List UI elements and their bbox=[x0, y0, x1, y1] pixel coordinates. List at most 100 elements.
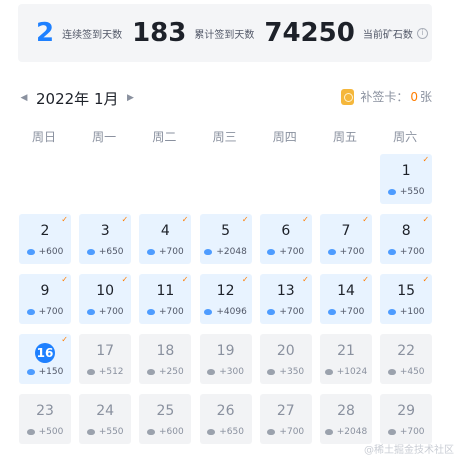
calendar-day-cell[interactable]: 5 +2048 ✓ bbox=[199, 214, 252, 264]
ore-amount: +700 bbox=[38, 307, 64, 317]
calendar-day-cell[interactable]: 10 +700 ✓ bbox=[79, 274, 132, 324]
ore-amount: +300 bbox=[219, 367, 244, 377]
day-number: 24 bbox=[96, 403, 115, 419]
calendar-day-cell[interactable]: 15 +100 ✓ bbox=[380, 274, 433, 324]
day-number: 27 bbox=[276, 403, 295, 419]
calendar-day-cell[interactable]: 26 +650 bbox=[199, 394, 252, 444]
calendar-day-cell[interactable]: 9 +700 ✓ bbox=[19, 274, 71, 324]
day-number-wrap: 21 bbox=[320, 343, 372, 359]
calendar-day-cell[interactable]: 20 +350 bbox=[259, 334, 312, 384]
checkmark-icon: ✓ bbox=[121, 215, 129, 224]
ore-reward: +650 bbox=[79, 247, 131, 257]
ore-icon bbox=[324, 429, 333, 435]
day-number-wrap: 28 bbox=[320, 403, 372, 419]
day-number: 3 bbox=[100, 223, 110, 239]
day-number-wrap: 15 bbox=[380, 283, 432, 299]
ore-amount: +550 bbox=[399, 187, 425, 197]
ore-reward: +512 bbox=[79, 367, 131, 377]
day-number: 18 bbox=[156, 343, 175, 359]
day-number: 9 bbox=[40, 283, 50, 299]
ore-icon bbox=[147, 369, 156, 375]
calendar-day-cell[interactable]: 4 +700 ✓ bbox=[139, 214, 192, 264]
ore-reward: +300 bbox=[200, 367, 252, 377]
checkmark-icon: ✓ bbox=[241, 215, 249, 224]
ore-icon bbox=[324, 369, 333, 375]
ore-icon bbox=[387, 189, 396, 195]
calendar-day-cell[interactable]: 12 +4096 ✓ bbox=[199, 274, 252, 324]
checkmark-icon: ✓ bbox=[181, 215, 189, 224]
calendar-day-cell[interactable]: 14 +700 ✓ bbox=[320, 274, 372, 324]
calendar-day-cell[interactable]: 2 +600 ✓ bbox=[19, 214, 71, 264]
day-number-wrap: 9 bbox=[19, 283, 71, 299]
calendar-day-cell[interactable]: 8 +700 ✓ bbox=[380, 214, 433, 264]
day-number-wrap: 7 bbox=[320, 223, 372, 239]
calendar-day-cell[interactable]: 13 +700 ✓ bbox=[259, 274, 312, 324]
checkmark-icon: ✓ bbox=[422, 215, 430, 224]
calendar-day-cell[interactable]: 24 +550 bbox=[79, 394, 132, 444]
day-number-wrap: 5 bbox=[200, 223, 252, 239]
ore-amount: +700 bbox=[399, 247, 425, 257]
day-number: 1 bbox=[401, 163, 411, 179]
ore-amount: +700 bbox=[279, 427, 305, 437]
ore-icon bbox=[267, 429, 276, 435]
ore-icon bbox=[26, 309, 35, 315]
day-number-wrap: 26 bbox=[200, 403, 252, 419]
ore-icon bbox=[86, 249, 95, 255]
checkmark-icon: ✓ bbox=[61, 335, 68, 344]
day-number: 4 bbox=[160, 223, 170, 239]
checkmark-icon: ✓ bbox=[241, 275, 249, 284]
day-number: 12 bbox=[216, 283, 235, 299]
day-number: 23 bbox=[36, 403, 54, 419]
day-number-wrap: 11 bbox=[139, 283, 191, 299]
calendar-day-cell[interactable]: 18 +250 bbox=[139, 334, 192, 384]
ore-reward: +700 bbox=[320, 307, 372, 317]
day-number-wrap: 29 bbox=[380, 403, 432, 419]
ore-amount: +650 bbox=[219, 427, 244, 437]
calendar-day-cell[interactable]: 25 +600 bbox=[139, 394, 192, 444]
calendar-day-cell[interactable]: 22 +450 bbox=[380, 334, 433, 384]
ore-icon bbox=[387, 249, 396, 255]
ore-amount: +2048 bbox=[216, 247, 247, 257]
checkmark-icon: ✓ bbox=[422, 275, 430, 284]
ore-reward: +2048 bbox=[200, 247, 252, 257]
calendar-day-cell[interactable]: 1 +550 ✓ bbox=[380, 154, 433, 204]
day-number: 28 bbox=[337, 403, 355, 419]
ore-reward: +700 bbox=[380, 247, 432, 257]
today-day-number: 16 bbox=[35, 343, 55, 363]
day-number-wrap: 1 bbox=[380, 163, 432, 179]
day-number-wrap: 27 bbox=[260, 403, 312, 419]
calendar-day-cell[interactable]: 23 +500 bbox=[19, 394, 71, 444]
ore-reward: +700 bbox=[320, 247, 372, 257]
calendar-day-cell[interactable]: 16 +150 ✓ bbox=[19, 334, 71, 384]
ore-icon bbox=[147, 309, 156, 315]
day-number-wrap: 8 bbox=[380, 223, 432, 239]
day-number: 10 bbox=[96, 283, 115, 299]
calendar-day-cell[interactable]: 17 +512 bbox=[79, 334, 132, 384]
ore-amount: +4096 bbox=[216, 307, 247, 317]
day-number: 21 bbox=[337, 343, 355, 359]
day-number-wrap: 2 bbox=[19, 223, 71, 239]
checkmark-icon: ✓ bbox=[302, 275, 309, 284]
checkmark-icon: ✓ bbox=[362, 215, 369, 224]
calendar-day-cell[interactable]: 27 +700 bbox=[259, 394, 312, 444]
watermark: @稀土掘金技术社区 bbox=[364, 445, 454, 456]
calendar-day-cell[interactable]: 11 +700 ✓ bbox=[139, 274, 192, 324]
ore-amount: +1024 bbox=[336, 367, 368, 377]
checkmark-icon: ✓ bbox=[181, 275, 189, 284]
calendar-day-cell[interactable]: 21 +1024 bbox=[320, 334, 372, 384]
calendar-day-cell[interactable]: 7 +700 ✓ bbox=[320, 214, 372, 264]
ore-amount: +700 bbox=[98, 307, 124, 317]
day-number: 6 bbox=[281, 223, 291, 239]
ore-icon bbox=[387, 309, 396, 315]
day-number-wrap: 12 bbox=[200, 283, 252, 299]
calendar-day-cell[interactable]: 28 +2048 bbox=[320, 394, 372, 444]
calendar-day-cell[interactable]: 29 +700 bbox=[380, 394, 433, 444]
ore-reward: +550 bbox=[79, 427, 131, 437]
day-number: 13 bbox=[276, 283, 295, 299]
calendar-day-cell[interactable]: 6 +700 ✓ bbox=[259, 214, 312, 264]
calendar-day-cell[interactable]: 3 +650 ✓ bbox=[79, 214, 132, 264]
ore-reward: +700 bbox=[380, 427, 432, 437]
calendar-day-cell[interactable]: 19 +300 bbox=[199, 334, 252, 384]
day-number-wrap: 13 bbox=[260, 283, 312, 299]
ore-amount: +600 bbox=[159, 427, 184, 437]
